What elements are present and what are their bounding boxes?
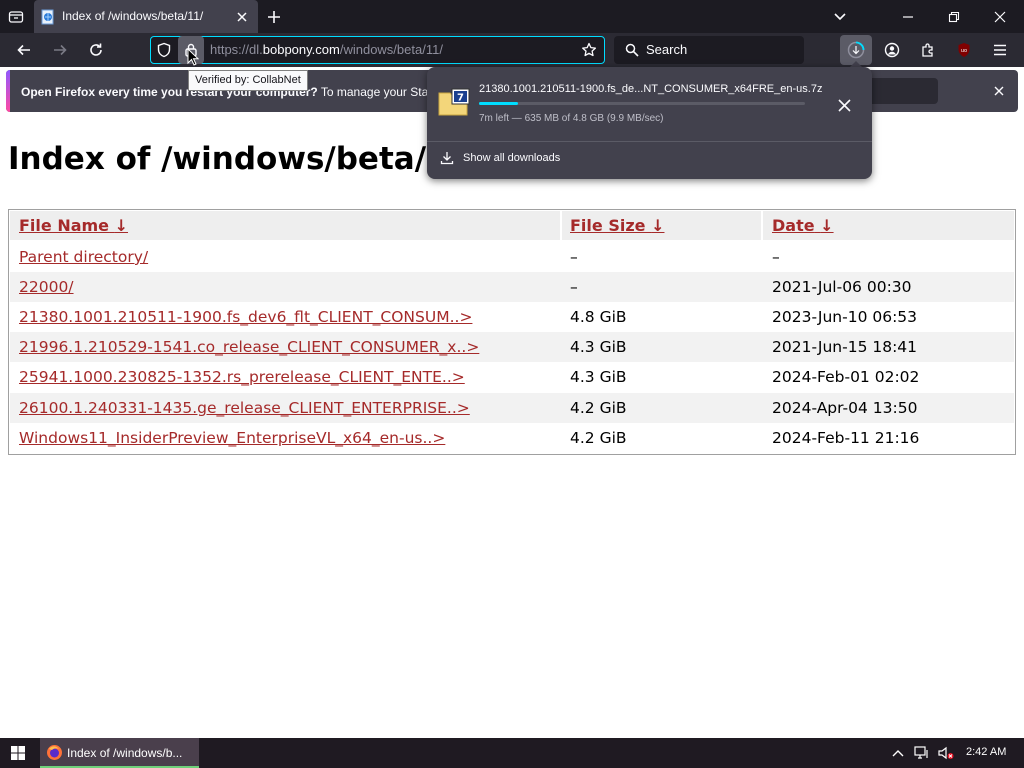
- new-tab-icon[interactable]: [260, 3, 288, 31]
- volume-muted-icon[interactable]: [932, 739, 960, 767]
- url-prefix: https://dl.: [210, 42, 263, 57]
- svg-text:7: 7: [457, 93, 464, 104]
- sort-arrow-icon: ↓: [651, 216, 665, 235]
- file-size: 4.2 GiB: [570, 399, 627, 417]
- url-domain: bobpony.com: [262, 42, 340, 57]
- column-header-date[interactable]: Date ↓: [772, 216, 834, 235]
- download-progress-icon: [842, 36, 870, 64]
- tracking-protection-shield-icon[interactable]: [150, 36, 178, 64]
- file-link[interactable]: 21380.1001.210511-1900.fs_dev6_flt_CLIEN…: [19, 308, 472, 326]
- file-size: 4.3 GiB: [570, 338, 627, 356]
- account-icon[interactable]: [878, 36, 906, 64]
- menu-hamburger-icon[interactable]: [986, 36, 1014, 64]
- archive-file-icon: 7: [438, 88, 470, 116]
- svg-text:uo: uo: [961, 48, 967, 54]
- file-date: 2024-Apr-04 13:50: [772, 399, 918, 417]
- taskbar-clock: 2:42 AM: [966, 746, 1007, 758]
- download-status: 7m left — 635 MB of 4.8 GB (9.9 MB/sec): [479, 113, 664, 124]
- file-size: 4.2 GiB: [570, 429, 627, 447]
- file-date: –: [772, 248, 780, 266]
- file-date: 2023-Jun-10 06:53: [772, 308, 918, 326]
- ublock-origin-icon[interactable]: uo: [950, 36, 978, 64]
- search-icon: [618, 36, 646, 64]
- file-link[interactable]: 26100.1.240331-1435.ge_release_CLIENT_EN…: [19, 399, 470, 417]
- download-filename[interactable]: 21380.1001.210511-1900.fs_de...NT_CONSUM…: [479, 83, 822, 95]
- notification-action-button[interactable]: [866, 78, 938, 104]
- extensions-puzzle-icon[interactable]: [914, 36, 942, 64]
- table-row: [10, 242, 1014, 272]
- back-icon[interactable]: [10, 36, 38, 64]
- forward-icon[interactable]: [46, 36, 74, 64]
- column-header-file-size[interactable]: File Size ↓: [570, 216, 664, 235]
- file-size: 4.8 GiB: [570, 308, 627, 326]
- file-size: –: [570, 278, 578, 296]
- file-date: 2021-Jul-06 00:30: [772, 278, 912, 296]
- file-link[interactable]: 25941.1000.230825-1352.rs_prerelease_CLI…: [19, 368, 465, 386]
- notification-accent: [6, 70, 10, 112]
- tab-title: Index of /windows/beta/11/: [62, 9, 204, 23]
- column-header-file-name[interactable]: File Name ↓: [19, 216, 128, 235]
- file-link[interactable]: 22000/: [19, 278, 74, 296]
- file-size: –: [570, 248, 578, 266]
- file-link[interactable]: Parent directory/: [19, 248, 148, 266]
- close-tab-icon[interactable]: [228, 3, 256, 31]
- reload-icon[interactable]: [82, 36, 110, 64]
- windows-start-icon[interactable]: [4, 739, 32, 767]
- security-tooltip: Verified by: CollabNet: [188, 70, 308, 91]
- file-link[interactable]: 21996.1.210529-1541.co_release_CLIENT_CO…: [19, 338, 479, 356]
- bookmark-star-icon[interactable]: [575, 36, 603, 64]
- taskbar-task-label: Index of /windows/b...: [67, 746, 183, 760]
- show-downloads-icon: [433, 144, 461, 172]
- page-favicon-icon: [34, 3, 62, 31]
- show-all-downloads-link[interactable]: Show all downloads: [463, 152, 560, 164]
- column-label: File Name: [19, 216, 110, 235]
- notification-close-icon[interactable]: [985, 77, 1013, 105]
- window-close-icon[interactable]: [986, 3, 1014, 31]
- download-progress-bar: [479, 102, 805, 105]
- list-all-tabs-icon[interactable]: [826, 3, 854, 31]
- restore-icon[interactable]: [940, 3, 968, 31]
- firefox-icon: [46, 744, 63, 761]
- file-date: 2024-Feb-11 21:16: [772, 429, 920, 447]
- sort-arrow-icon: ↓: [114, 216, 129, 235]
- file-date: 2021-Jun-15 18:41: [772, 338, 918, 356]
- url-text[interactable]: https://dl.bobpony.com/windows/beta/11/: [210, 42, 443, 57]
- column-label: Date: [772, 216, 815, 235]
- search-placeholder: Search: [646, 42, 688, 57]
- file-link[interactable]: Windows11_InsiderPreview_EnterpriseVL_x6…: [19, 429, 445, 447]
- url-path: /windows/beta/11/: [339, 42, 443, 57]
- page-title: Index of /windows/beta/11/: [8, 141, 481, 177]
- file-size: 4.3 GiB: [570, 368, 627, 386]
- sort-arrow-icon: ↓: [820, 216, 834, 235]
- mouse-pointer-icon: [187, 48, 199, 66]
- file-date: 2024-Feb-01 02:02: [772, 368, 920, 386]
- minimize-icon[interactable]: [894, 3, 922, 31]
- column-label: File Size: [570, 216, 646, 235]
- download-progress-fill: [479, 102, 519, 105]
- download-panel-divider: [427, 141, 872, 142]
- notification-rest-text: To manage your Start: [317, 85, 436, 99]
- firefox-view-icon[interactable]: [2, 3, 30, 31]
- cancel-download-icon[interactable]: [830, 91, 858, 119]
